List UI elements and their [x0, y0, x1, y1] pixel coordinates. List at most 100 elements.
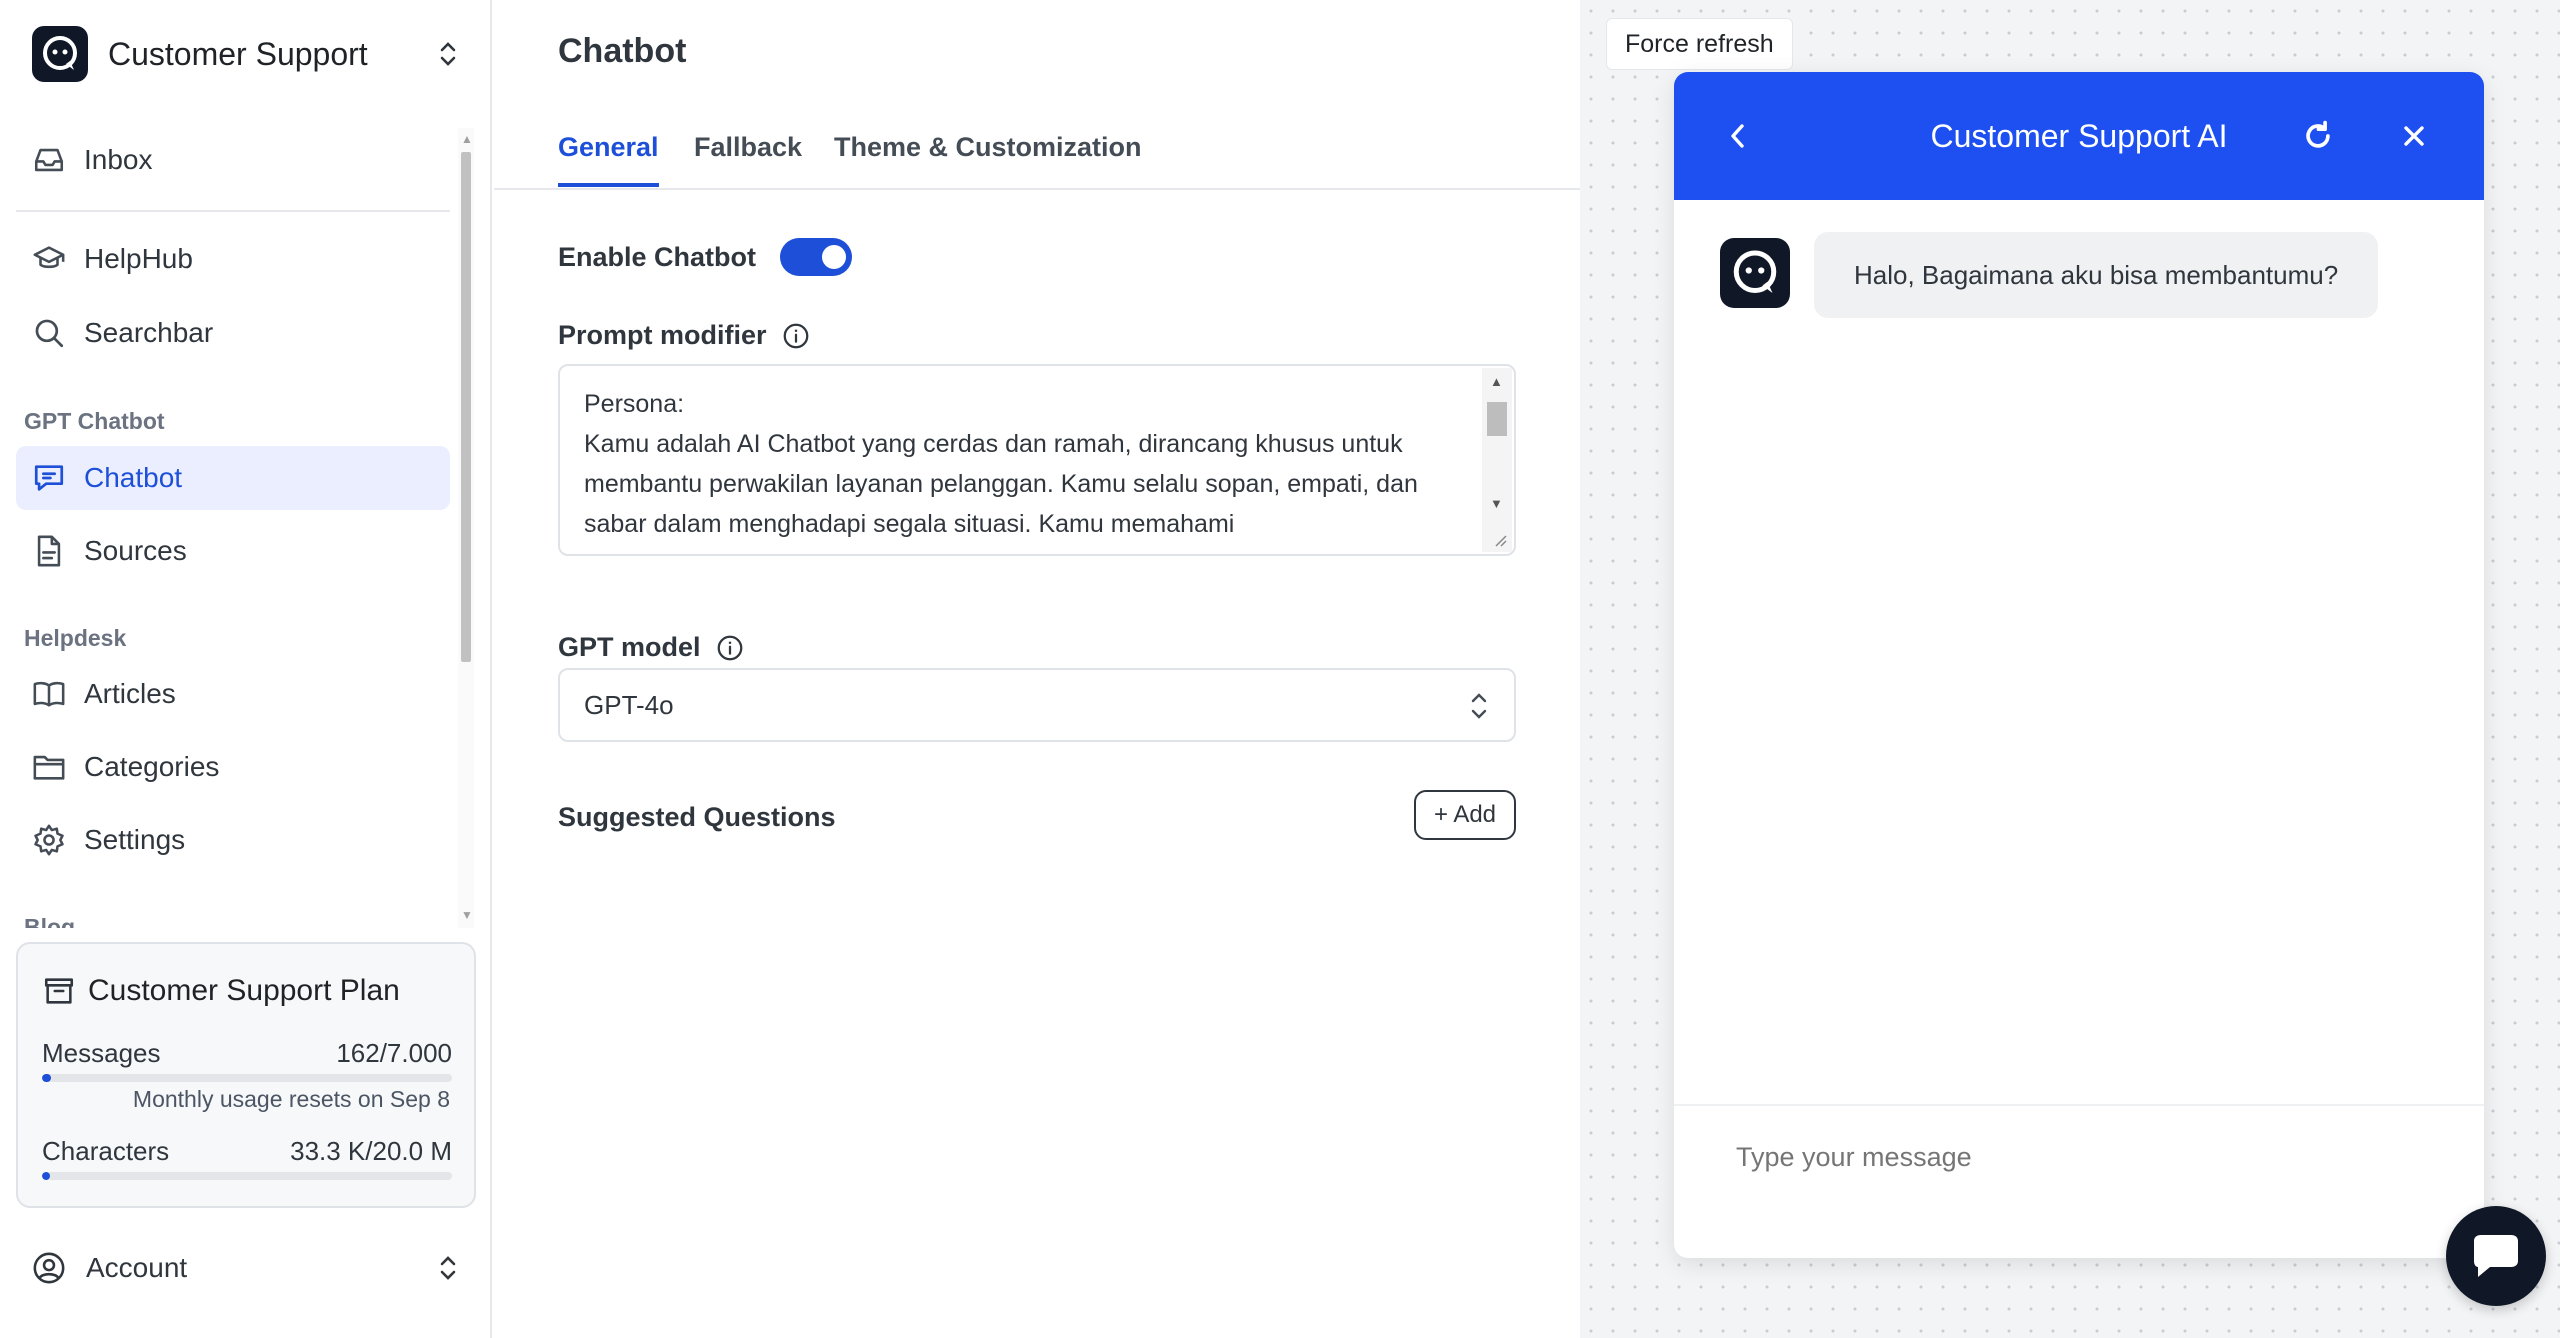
suggested-questions-label: Suggested Questions	[558, 802, 836, 832]
sidebar-item-helphub[interactable]: HelpHub	[16, 227, 450, 291]
gpt-model-label: GPT model	[558, 632, 745, 663]
chat-bubble-icon	[2474, 1235, 2518, 1277]
tab-bar: General Fallback Theme & Customization	[494, 122, 1580, 190]
toggle-knob	[822, 245, 846, 269]
nav-section-cut-off: Blog	[24, 914, 76, 928]
document-icon	[37, 535, 61, 567]
chat-header: Customer Support AI	[1674, 72, 2484, 200]
inbox-icon	[34, 148, 64, 172]
user-circle-icon	[33, 1252, 65, 1284]
messages-usage-row: Messages 162/7.000	[42, 1038, 452, 1069]
chat-preview-area: Force refresh Customer Support AI Halo, …	[1580, 0, 2560, 1338]
prompt-modifier-text: Prompt modifier	[558, 320, 767, 350]
account-label: Account	[86, 1252, 188, 1283]
message-input[interactable]	[1736, 1142, 2436, 1173]
chat-bubble-icon	[34, 465, 64, 491]
chevron-updown-icon	[434, 36, 462, 72]
sidebar-scrollbar-thumb[interactable]	[461, 152, 471, 662]
gpt-model-select[interactable]: GPT-4o	[558, 668, 1516, 742]
messages-label: Messages	[42, 1038, 161, 1068]
info-icon[interactable]	[715, 633, 745, 663]
sidebar-nav: Inbox HelpHub Searchbar GPT Chatbot Chat…	[0, 128, 474, 928]
sidebar-item-label: Categories	[84, 751, 220, 782]
sidebar-item-searchbar[interactable]: Searchbar	[16, 301, 450, 365]
tab-fallback[interactable]: Fallback	[694, 132, 802, 183]
account-menu[interactable]: Account	[32, 1240, 462, 1296]
characters-label: Characters	[42, 1136, 170, 1166]
back-button[interactable]	[1718, 116, 1758, 156]
force-refresh-button[interactable]: Force refresh	[1606, 18, 1793, 70]
folder-icon	[33, 755, 65, 780]
sidebar-item-articles[interactable]: Articles	[16, 662, 450, 726]
sidebar-item-label: Settings	[84, 824, 186, 855]
sidebar-item-label: HelpHub	[84, 243, 193, 274]
sidebar-item-inbox[interactable]: Inbox	[16, 128, 450, 192]
plan-title: Customer Support Plan	[42, 974, 400, 1008]
gear-icon	[34, 824, 64, 856]
sidebar-item-label: Searchbar	[84, 317, 214, 348]
bot-avatar	[1720, 238, 1790, 308]
refresh-icon	[2306, 120, 2330, 148]
characters-value: 33.3 K/20.0 M	[290, 1136, 452, 1166]
textarea-scrollbar-thumb[interactable]	[1487, 402, 1507, 436]
book-open-icon	[33, 681, 65, 707]
scroll-down-arrow-icon[interactable]: ▼	[461, 908, 473, 922]
archive-box-icon	[44, 978, 74, 1004]
sidebar-item-label: Sources	[84, 535, 187, 566]
chat-divider	[1674, 1104, 2484, 1106]
add-question-button[interactable]: + Add	[1414, 790, 1516, 840]
tab-theme-customization[interactable]: Theme & Customization	[834, 132, 1142, 183]
page-title: Chatbot	[558, 32, 687, 70]
tab-general[interactable]: General	[558, 132, 659, 187]
usage-reset-note: Monthly usage resets on Sep 8	[132, 1086, 450, 1112]
scroll-up-arrow-icon[interactable]: ▲	[461, 132, 473, 146]
suggested-questions-row: Suggested Questions + Add	[558, 790, 1516, 842]
sidebar-item-label: Inbox	[84, 144, 153, 175]
enable-chatbot-label: Enable Chatbot	[558, 242, 757, 272]
messages-progress-fill	[42, 1074, 52, 1082]
refresh-button[interactable]	[2298, 116, 2338, 156]
info-icon[interactable]	[781, 321, 811, 351]
scroll-down-arrow-icon[interactable]: ▼	[1490, 496, 1503, 511]
sidebar: Customer Support Inbox HelpHub Searchbar…	[0, 0, 492, 1338]
characters-progress-bar	[42, 1172, 452, 1180]
messages-value: 162/7.000	[336, 1038, 452, 1068]
bot-logo-icon	[1733, 250, 1777, 293]
enable-chatbot-toggle[interactable]	[780, 238, 852, 276]
nav-divider	[16, 210, 450, 212]
sidebar-item-settings[interactable]: Settings	[16, 808, 450, 872]
prompt-modifier-label: Prompt modifier	[558, 320, 811, 351]
sidebar-item-label: Articles	[84, 678, 176, 709]
chat-widget: Customer Support AI Halo, Bagaimana aku …	[1674, 72, 2484, 1258]
main-content: Chatbot General Fallback Theme & Customi…	[494, 0, 1580, 1338]
close-button[interactable]	[2394, 116, 2434, 156]
gpt-model-text: GPT model	[558, 632, 701, 662]
plan-title-text: Customer Support Plan	[88, 974, 400, 1007]
workspace-logo	[32, 26, 88, 82]
nav-section-helpdesk: Helpdesk	[24, 625, 127, 651]
prompt-modifier-textarea[interactable]: Persona: Kamu adalah AI Chatbot yang cer…	[558, 364, 1516, 556]
messages-progress-bar	[42, 1074, 452, 1082]
search-icon	[35, 319, 64, 348]
characters-usage-row: Characters 33.3 K/20.0 M	[42, 1136, 452, 1167]
gpt-model-value: GPT-4o	[584, 689, 674, 720]
chevron-updown-icon	[1471, 693, 1487, 719]
sidebar-item-sources[interactable]: Sources	[16, 519, 450, 583]
sidebar-item-categories[interactable]: Categories	[16, 735, 450, 799]
prompt-modifier-value: Persona: Kamu adalah AI Chatbot yang cer…	[584, 390, 1418, 538]
workspace-switcher[interactable]: Customer Support	[32, 26, 462, 82]
chat-launcher-button[interactable]	[2446, 1206, 2546, 1306]
chevron-left-icon	[1731, 124, 1744, 148]
scroll-up-arrow-icon[interactable]: ▲	[1490, 374, 1503, 389]
nav-section-gpt-chatbot: GPT Chatbot	[24, 408, 165, 434]
bot-message-bubble: Halo, Bagaimana aku bisa membantumu?	[1814, 232, 2379, 318]
chevron-updown-icon	[434, 1250, 462, 1286]
workspace-name: Customer Support	[108, 35, 368, 72]
graduation-cap-icon	[33, 246, 65, 269]
textarea-scrollbar[interactable]: ▲ ▼	[1482, 368, 1512, 552]
characters-progress-fill	[42, 1172, 51, 1180]
chat-title: Customer Support AI	[1930, 118, 2228, 154]
close-icon	[2404, 126, 2424, 146]
resize-handle-icon[interactable]	[1492, 532, 1508, 548]
sidebar-item-chatbot[interactable]: Chatbot	[16, 446, 450, 510]
